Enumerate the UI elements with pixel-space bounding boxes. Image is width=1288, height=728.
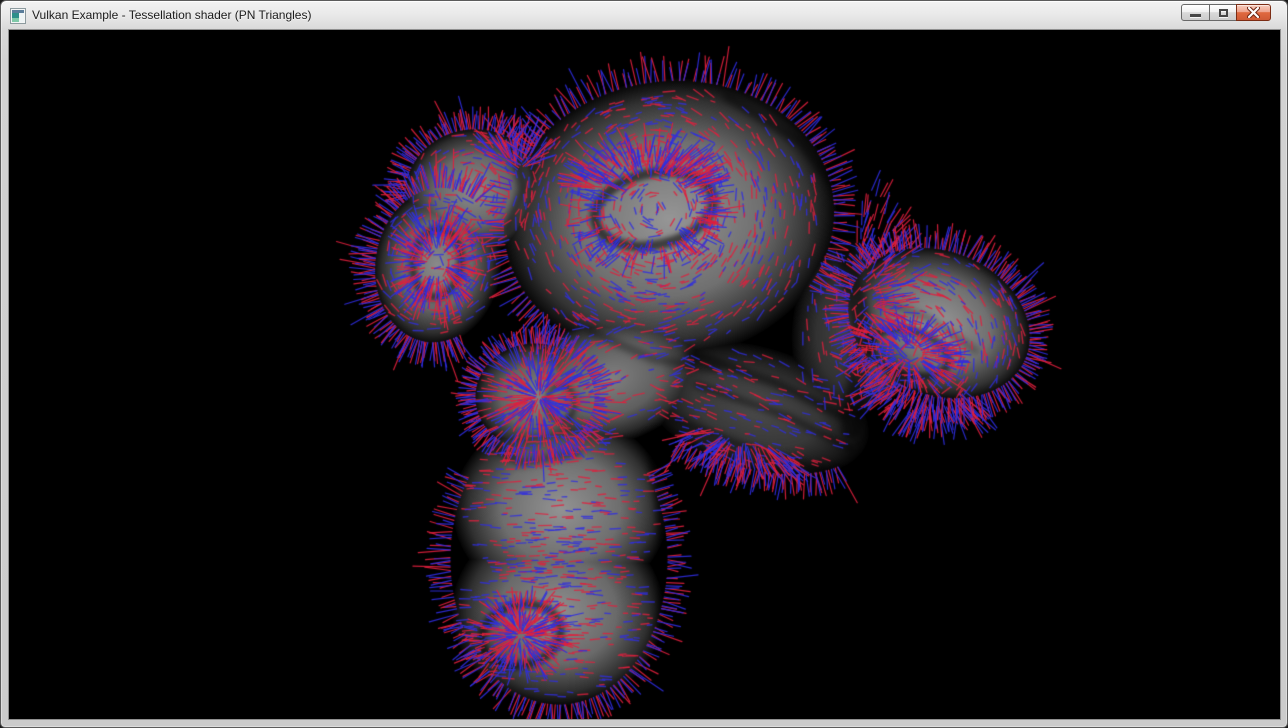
caption-buttons — [1181, 4, 1271, 21]
title-bar[interactable]: Vulkan Example - Tessellation shader (PN… — [1, 1, 1287, 29]
close-button[interactable] — [1236, 4, 1271, 21]
minimize-icon — [1190, 14, 1201, 17]
app-window: Vulkan Example - Tessellation shader (PN… — [0, 0, 1288, 728]
window-title: Vulkan Example - Tessellation shader (PN… — [32, 8, 311, 22]
maximize-button[interactable] — [1209, 4, 1237, 21]
render-canvas[interactable] — [9, 30, 1280, 719]
close-icon — [1247, 7, 1260, 18]
maximize-icon — [1219, 9, 1228, 17]
app-icon[interactable] — [10, 8, 26, 24]
render-viewport[interactable] — [8, 29, 1281, 720]
minimize-button[interactable] — [1181, 4, 1210, 21]
